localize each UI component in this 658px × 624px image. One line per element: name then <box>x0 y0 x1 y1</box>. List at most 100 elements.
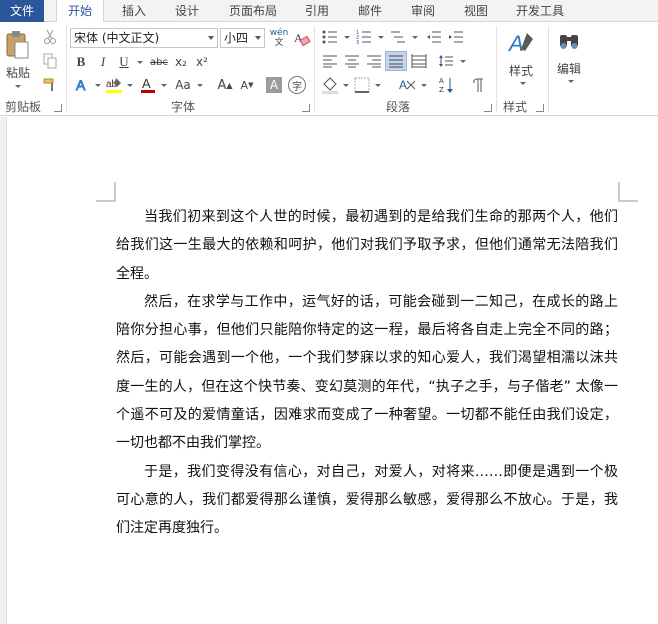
align-center-icon[interactable] <box>342 52 362 70</box>
phonetic-guide-button[interactable]: wén 文 <box>268 26 290 50</box>
paragraph-2: 然后，在求学与工作中，运气好的话，可能会碰到一二知己，在成长的路上陪你分担心事，… <box>116 293 618 452</box>
show-formatting-marks-icon[interactable] <box>468 75 488 95</box>
clipboard-launcher-icon[interactable] <box>54 104 62 112</box>
paragraph-3: 于是，我们变得没有信心，对自己，对爱人，对将来……即便是遇到一个极可心意的人，我… <box>116 463 618 537</box>
change-case-dropdown-icon[interactable] <box>194 75 203 95</box>
chinese-layout-dropdown-icon[interactable] <box>418 75 427 95</box>
tab-insert[interactable]: 插入 <box>112 0 156 22</box>
shading-icon[interactable] <box>320 75 340 95</box>
styles-label[interactable]: 样式 <box>504 62 538 78</box>
paragraph-1: 当我们初来到这个人世的时候，最初遇到的是给我们生命的那两个人，他们给我们这一生最… <box>116 209 618 282</box>
margin-corner-mark <box>96 182 116 202</box>
enclose-characters-button[interactable]: 字 <box>288 76 306 94</box>
paragraph-group-label: 段落 <box>385 100 410 114</box>
tab-page-layout[interactable]: 页面布局 <box>222 0 284 22</box>
highlight-dropdown-icon[interactable] <box>124 75 133 95</box>
bullets-icon[interactable] <box>320 28 340 46</box>
copy-icon[interactable] <box>40 52 60 70</box>
line-spacing-icon[interactable] <box>436 52 456 70</box>
chinese-layout-icon[interactable]: A <box>396 75 418 95</box>
ribbon: 粘贴 剪贴板 宋体 (中文正文) 小四 wén 文 A B I U abc x₂ … <box>0 22 658 116</box>
strikethrough-button[interactable]: abc <box>148 52 170 72</box>
tab-home[interactable]: 开始 <box>56 0 104 23</box>
clipboard-group-label: 剪贴板 <box>4 100 41 114</box>
format-painter-icon[interactable] <box>40 76 60 94</box>
ribbon-tab-bar: 文件 开始 插入 设计 页面布局 引用 邮件 审阅 视图 开发工具 <box>0 0 658 23</box>
sort-icon[interactable]: AZ <box>436 75 456 95</box>
editing-dropdown-icon[interactable] <box>562 77 576 85</box>
align-right-icon[interactable] <box>364 52 384 70</box>
svg-text:A: A <box>142 76 151 91</box>
tab-mailings[interactable]: 邮件 <box>349 0 391 22</box>
svg-text:3: 3 <box>356 40 359 44</box>
borders-icon[interactable] <box>352 75 372 95</box>
underline-button[interactable]: U <box>116 52 132 72</box>
svg-text:A: A <box>507 31 524 56</box>
font-name-combo[interactable]: 宋体 (中文正文) <box>70 28 218 48</box>
chevron-down-icon <box>255 36 261 40</box>
italic-button[interactable]: I <box>94 52 112 72</box>
shrink-font-button[interactable]: A ▼ <box>238 75 256 95</box>
paste-dropdown-icon[interactable] <box>6 82 26 90</box>
distributed-icon[interactable] <box>409 52 429 70</box>
paste-icon[interactable] <box>2 28 32 62</box>
multilevel-dropdown-icon[interactable] <box>408 28 418 46</box>
font-color-icon[interactable]: A <box>138 75 158 95</box>
character-shading-button[interactable]: A <box>266 77 282 93</box>
font-size-value: 小四 <box>224 31 249 45</box>
change-case-button[interactable]: Aa <box>172 75 194 95</box>
grow-font-label: A <box>217 77 227 93</box>
styles-icon[interactable]: A <box>504 28 540 60</box>
text-effects-dropdown-icon[interactable] <box>92 75 101 95</box>
styles-group-label: 样式 <box>502 100 527 114</box>
editing-label[interactable]: 编辑 <box>552 60 586 76</box>
bold-button[interactable]: B <box>72 52 90 72</box>
vertical-ruler <box>0 117 7 624</box>
shrink-font-label: A <box>240 78 249 92</box>
font-name-value: 宋体 (中文正文) <box>74 31 160 45</box>
justify-icon[interactable] <box>385 51 407 71</box>
borders-dropdown-icon[interactable] <box>372 75 381 95</box>
clear-formatting-icon[interactable]: A <box>292 28 312 48</box>
numbering-dropdown-icon[interactable] <box>374 28 384 46</box>
superscript-button[interactable]: x² <box>193 52 211 72</box>
styles-dropdown-icon[interactable] <box>514 79 528 87</box>
document-body[interactable]: 当我们初来到这个人世的时候，最初遇到的是给我们生命的那两个人，他们给我们这一生最… <box>116 203 618 543</box>
font-launcher-icon[interactable] <box>302 104 310 112</box>
text-effects-icon[interactable]: A <box>72 75 92 95</box>
grow-font-button[interactable]: A ▲ <box>216 75 234 95</box>
decrease-indent-icon[interactable] <box>424 28 444 46</box>
binoculars-icon[interactable] <box>556 28 582 54</box>
tab-design[interactable]: 设计 <box>165 0 209 22</box>
tab-view[interactable]: 视图 <box>455 0 497 22</box>
phonetic-char: 文 <box>274 38 284 48</box>
paste-button-label[interactable]: 粘贴 <box>4 64 32 80</box>
svg-text:A: A <box>439 77 444 85</box>
multilevel-list-icon[interactable] <box>388 28 408 46</box>
styles-launcher-icon[interactable] <box>536 104 544 112</box>
svg-text:A: A <box>76 77 86 93</box>
font-group-label: 字体 <box>170 100 195 114</box>
shading-dropdown-icon[interactable] <box>340 75 349 95</box>
tab-file[interactable]: 文件 <box>0 0 44 22</box>
line-spacing-dropdown-icon[interactable] <box>456 52 466 70</box>
font-color-dropdown-icon[interactable] <box>158 75 167 95</box>
chevron-down-icon <box>208 36 214 40</box>
paragraph-launcher-icon[interactable] <box>484 104 492 112</box>
subscript-button[interactable]: x₂ <box>172 52 190 72</box>
tab-developer[interactable]: 开发工具 <box>508 0 572 22</box>
svg-text:A: A <box>399 78 407 92</box>
bullets-dropdown-icon[interactable] <box>340 28 350 46</box>
underline-dropdown-icon[interactable] <box>132 52 144 72</box>
numbering-icon[interactable]: 123 <box>354 28 374 46</box>
increase-indent-icon[interactable] <box>446 28 466 46</box>
align-left-icon[interactable] <box>320 52 340 70</box>
margin-corner-mark <box>618 182 638 202</box>
tab-references[interactable]: 引用 <box>296 0 338 22</box>
cut-icon[interactable] <box>40 28 60 46</box>
tab-review[interactable]: 审阅 <box>402 0 444 22</box>
svg-text:Z: Z <box>439 86 444 94</box>
highlight-color-icon[interactable]: ab <box>104 75 124 95</box>
phonetic-pinyin: wén <box>269 28 289 38</box>
font-size-combo[interactable]: 小四 <box>220 28 265 48</box>
